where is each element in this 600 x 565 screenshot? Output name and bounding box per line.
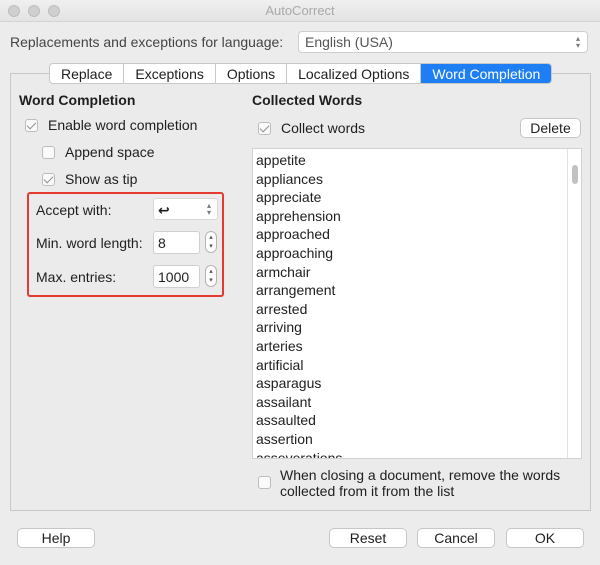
updown-arrows-icon: ▴ ▾ (575, 34, 580, 50)
accept-with-select[interactable]: ↩ ▴ ▾ (153, 198, 218, 220)
language-label: Replacements and exceptions for language… (10, 34, 284, 50)
word-completion-heading: Word Completion (19, 92, 136, 108)
word-list-item[interactable]: asparagus (256, 374, 581, 393)
word-list-item[interactable]: assaulted (256, 411, 581, 430)
updown-arrows-icon: ▴ ▾ (206, 201, 211, 217)
remove-words-checkbox[interactable] (258, 476, 271, 489)
tab-bar: Replace Exceptions Options Localized Opt… (49, 63, 553, 84)
collected-words-heading: Collected Words (252, 92, 363, 108)
language-select[interactable]: English (USA) ▴ ▾ (298, 31, 588, 53)
tab-word-completion[interactable]: Word Completion (421, 64, 552, 83)
remove-words-option[interactable] (258, 476, 281, 489)
remove-words-label: When closing a document, remove the word… (280, 467, 580, 499)
max-entries-stepper[interactable]: ▴ ▾ (205, 265, 217, 287)
collected-words-list[interactable]: appetite appliances appreciate apprehension… (252, 148, 582, 459)
max-entries-label: Max. entries: (36, 269, 117, 285)
title-bar: AutoCorrect (0, 0, 600, 22)
show-as-tip-option[interactable]: Show as tip (42, 171, 137, 187)
max-entries-input[interactable]: 1000 (153, 265, 200, 288)
word-list-item[interactable]: appreciate (256, 188, 581, 207)
return-key-icon: ↩ (158, 203, 170, 219)
word-list-item[interactable]: approaching (256, 244, 581, 263)
show-as-tip-label: Show as tip (65, 171, 138, 187)
word-list-item[interactable]: arrested (256, 300, 581, 319)
append-space-option[interactable]: Append space (42, 144, 155, 160)
scrollbar-thumb[interactable] (572, 165, 578, 184)
word-list-item[interactable]: asseverations (256, 449, 581, 459)
tab-replace[interactable]: Replace (50, 64, 125, 83)
enable-word-completion-option[interactable]: Enable word completion (25, 117, 197, 133)
enable-word-completion-checkbox[interactable] (25, 118, 38, 132)
min-word-length-stepper[interactable]: ▴ ▾ (205, 231, 217, 253)
word-list-item[interactable]: armchair (256, 263, 581, 282)
append-space-checkbox[interactable] (42, 145, 55, 159)
remove-words-label-line2: collected from it from the list (280, 483, 455, 499)
min-word-length-input[interactable]: 8 (153, 231, 200, 254)
show-as-tip-checkbox[interactable] (42, 172, 55, 186)
collect-words-checkbox[interactable] (258, 121, 271, 135)
word-list-item[interactable]: assertion (256, 430, 581, 449)
delete-button[interactable]: Delete (520, 118, 581, 138)
word-list-item[interactable]: approached (256, 225, 581, 244)
reset-button[interactable]: Reset (329, 528, 407, 548)
window-title: AutoCorrect (265, 3, 335, 18)
tab-localized-options[interactable]: Localized Options (287, 64, 422, 83)
word-list-item[interactable]: apprehension (256, 207, 581, 226)
append-space-label: Append space (65, 144, 155, 160)
cancel-button[interactable]: Cancel (417, 528, 495, 548)
word-list-item[interactable]: appliances (256, 170, 581, 189)
word-list-item[interactable]: artificial (256, 356, 581, 375)
word-list-item[interactable]: arrangement (256, 281, 581, 300)
vertical-scrollbar[interactable] (567, 149, 581, 458)
language-value: English (USA) (305, 34, 393, 50)
ok-button[interactable]: OK (506, 528, 584, 548)
help-button[interactable]: Help (17, 528, 95, 548)
collect-words-option[interactable]: Collect words (258, 120, 365, 136)
remove-words-label-line1: When closing a document, remove the word… (280, 467, 561, 483)
word-list-item[interactable]: assailant (256, 393, 581, 412)
enable-word-completion-label: Enable word completion (48, 117, 198, 133)
word-list-item[interactable]: arriving (256, 318, 581, 337)
accept-with-label: Accept with: (36, 202, 112, 218)
tab-exceptions[interactable]: Exceptions (124, 64, 216, 83)
collect-words-label: Collect words (281, 120, 366, 136)
tab-options[interactable]: Options (216, 64, 288, 83)
min-word-length-label: Min. word length: (36, 235, 143, 251)
word-list-items: appetite appliances appreciate apprehension… (253, 149, 581, 459)
word-list-item[interactable]: arteries (256, 337, 581, 356)
word-list-item[interactable]: appetite (256, 151, 581, 170)
